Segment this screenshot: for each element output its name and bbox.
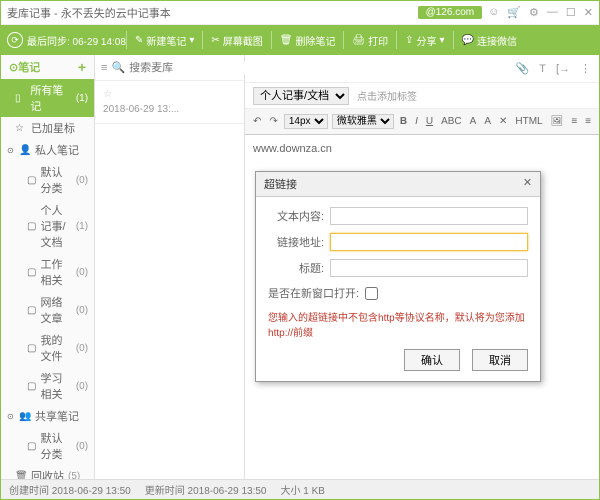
- document-icon: ▯: [15, 93, 26, 104]
- trash-icon: 🗑: [15, 471, 27, 480]
- sync-icon: ⟳: [7, 32, 23, 48]
- sidebar-folder[interactable]: ▢我的文件 (0): [13, 329, 94, 367]
- search-icon: 🔍: [111, 61, 125, 74]
- editor-content[interactable]: www.downza.cn: [253, 143, 591, 155]
- folder-icon: ▢: [27, 343, 36, 354]
- star-icon[interactable]: ☆: [103, 89, 236, 100]
- hyperlink-dialog: 超链接 ✕ 文本内容: 链接地址: 标题: 是否在新窗口打开: 您输入的超链接中…: [255, 171, 541, 382]
- sidebar-folder[interactable]: ▢默认分类 (0): [13, 427, 94, 465]
- status-created: 创建时间 2018-06-29 13:50: [9, 482, 131, 497]
- trash-icon: 🗑: [280, 35, 293, 46]
- window-title: 麦库记事 - 永不丢失的云中记事本: [7, 5, 418, 21]
- add-notebook-button[interactable]: +: [78, 59, 86, 75]
- status-updated: 更新时间 2018-06-29 13:50: [145, 482, 267, 497]
- tags-input[interactable]: 点击添加标签: [357, 88, 591, 103]
- user-email[interactable]: @126.com: [418, 6, 483, 19]
- folder-icon: ▢: [27, 221, 36, 232]
- delete-note-button[interactable]: 🗑删除笔记: [272, 33, 344, 48]
- strike-icon[interactable]: ABC: [439, 115, 464, 128]
- attach-icon[interactable]: 📎: [516, 62, 530, 75]
- people-icon: 👥: [19, 411, 31, 422]
- note-date: 2018-06-29 13:...: [103, 104, 236, 115]
- text-content-label: 文本内容:: [268, 208, 324, 224]
- text-content-input[interactable]: [330, 207, 528, 225]
- indent-icon[interactable]: ≡: [569, 115, 579, 128]
- close-icon[interactable]: ✕: [584, 6, 593, 19]
- folder-icon: ▢: [27, 381, 36, 392]
- url-label: 链接地址:: [268, 234, 324, 250]
- newwindow-label: 是否在新窗口打开:: [268, 285, 359, 301]
- expand-icon[interactable]: ⊙: [9, 61, 18, 74]
- fontfamily-select[interactable]: 微软雅黑: [332, 114, 394, 129]
- export-icon[interactable]: [→: [556, 63, 570, 75]
- person-icon: 👤: [19, 145, 31, 156]
- cancel-button[interactable]: 取消: [472, 349, 528, 371]
- sync-label: 最后同步: 06-29 14:08: [27, 33, 126, 48]
- chevron-down-icon: ▾: [189, 35, 194, 46]
- wechat-button[interactable]: 💬连接微信: [454, 33, 525, 48]
- sidebar-starred[interactable]: ☆ 已加星标: [1, 117, 94, 139]
- folder-icon: ▢: [27, 267, 36, 278]
- folder-icon: ▢: [27, 441, 36, 452]
- dialog-warning: 您输入的超链接中不包含http等协议名称，默认将为您添加http://前缀: [268, 309, 528, 339]
- redo-icon[interactable]: ↷: [267, 115, 279, 128]
- feedback-icon[interactable]: ☺: [488, 6, 499, 19]
- more-icon[interactable]: ⋮: [580, 62, 591, 75]
- folder-icon: ▢: [27, 305, 36, 316]
- minimize-icon[interactable]: —: [547, 6, 558, 19]
- print-button[interactable]: 🖨打印: [344, 33, 396, 48]
- image-icon[interactable]: 🖼: [549, 115, 566, 128]
- sidebar-folder[interactable]: ▢个人记事/文档 (1): [13, 199, 94, 253]
- url-input[interactable]: [330, 233, 528, 251]
- sidebar-folder[interactable]: ▢默认分类 (0): [13, 161, 94, 199]
- fontcolor-icon[interactable]: A: [468, 115, 479, 128]
- sidebar-folder[interactable]: ▢网络文章 (0): [13, 291, 94, 329]
- title-label: 标题:: [268, 260, 324, 276]
- share-icon: ⇪: [405, 35, 413, 46]
- newwindow-checkbox[interactable]: [365, 287, 378, 300]
- dialog-close-icon[interactable]: ✕: [523, 176, 532, 192]
- bold-icon[interactable]: B: [398, 115, 409, 128]
- sidebar-private[interactable]: ⊙ 👤 私人笔记: [1, 139, 94, 161]
- collapse-icon[interactable]: ⊙: [7, 412, 15, 421]
- list-icon[interactable]: ≡: [101, 62, 107, 74]
- dialog-title: 超链接: [264, 176, 297, 192]
- text-tool-icon[interactable]: T: [539, 63, 546, 75]
- status-size: 大小 1 KB: [280, 482, 324, 497]
- undo-icon[interactable]: ↶: [251, 115, 263, 128]
- notes-header: 笔记: [18, 59, 40, 75]
- sidebar-shared[interactable]: ⊙ 👥 共享笔记: [1, 405, 94, 427]
- maximize-icon[interactable]: ☐: [566, 6, 576, 19]
- fontsize-select[interactable]: 14px: [284, 114, 328, 129]
- sidebar-folder[interactable]: ▢工作相关 (0): [13, 253, 94, 291]
- chevron-down-icon: ▾: [440, 35, 445, 46]
- screenshot-button[interactable]: ✂屏幕截图: [203, 33, 270, 48]
- folder-icon: ▢: [27, 175, 36, 186]
- italic-icon[interactable]: I: [413, 115, 420, 128]
- pencil-icon: ✎: [135, 35, 143, 46]
- sync-status[interactable]: ⟳ 最后同步: 06-29 14:08: [7, 32, 126, 48]
- share-button[interactable]: ⇪分享▾: [397, 33, 452, 48]
- category-select[interactable]: 个人记事/文档: [253, 87, 349, 105]
- cart-icon[interactable]: 🛒: [507, 6, 521, 19]
- bgcolor-icon[interactable]: A: [482, 115, 493, 128]
- star-icon: ☆: [15, 123, 27, 134]
- new-note-button[interactable]: ✎新建笔记▾: [127, 33, 202, 48]
- outdent-icon[interactable]: ≡: [583, 115, 593, 128]
- sidebar-trash[interactable]: 🗑 回收站 (5): [1, 465, 94, 479]
- html-icon[interactable]: HTML: [513, 115, 544, 128]
- settings-icon[interactable]: ⚙: [529, 6, 539, 19]
- collapse-icon[interactable]: ⊙: [7, 146, 15, 155]
- underline-icon[interactable]: U: [424, 115, 435, 128]
- wechat-icon: 💬: [462, 35, 474, 46]
- printer-icon: 🖨: [352, 35, 365, 46]
- sidebar-folder[interactable]: ▢学习相关 (0): [13, 367, 94, 405]
- note-list-item[interactable]: ☆ 2018-06-29 13:...: [95, 81, 244, 124]
- scissors-icon: ✂: [211, 35, 219, 46]
- sidebar-all-notes[interactable]: ▯ 所有笔记 (1): [1, 79, 94, 117]
- ok-button[interactable]: 确认: [404, 349, 460, 371]
- title-input[interactable]: [330, 259, 528, 277]
- clear-icon[interactable]: ✕: [497, 115, 509, 128]
